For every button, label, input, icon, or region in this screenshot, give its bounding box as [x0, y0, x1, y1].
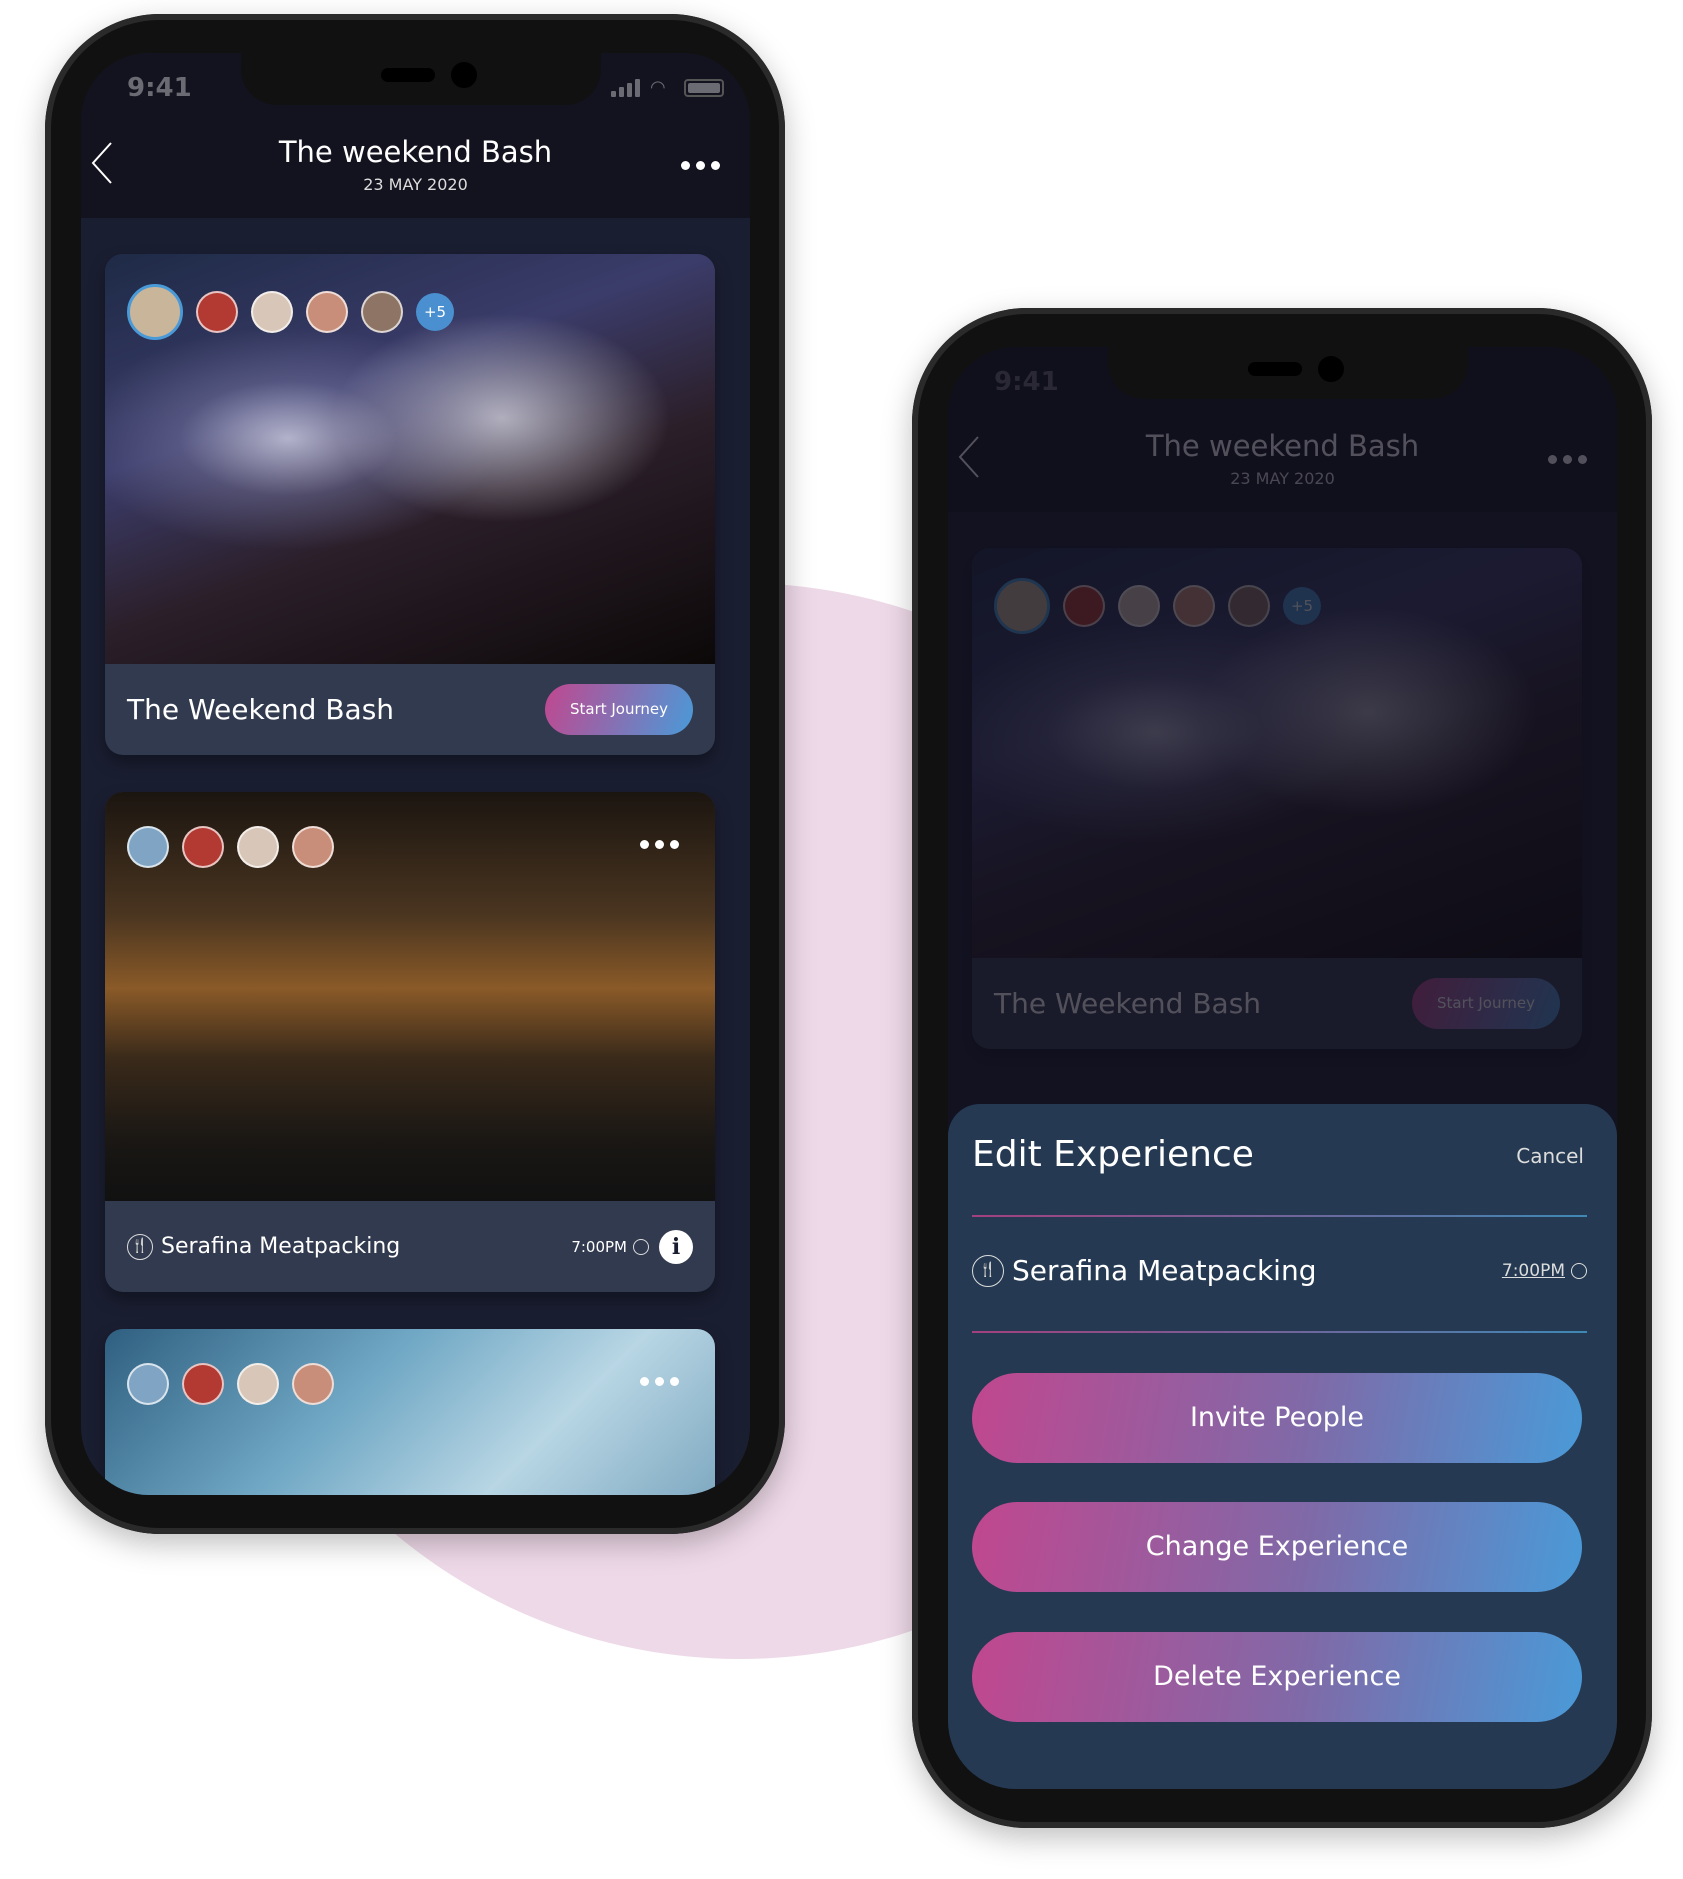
- participant-avatars[interactable]: [127, 826, 334, 868]
- avatar: [292, 1363, 334, 1405]
- card-footer: 🍴 Serafina Meatpacking 7:00PM i: [105, 1201, 715, 1292]
- venue-name: Serafina Meatpacking: [1012, 1254, 1317, 1287]
- card-footer: The Weekend Bash Start Journey: [105, 664, 715, 755]
- more-options-icon[interactable]: [681, 161, 720, 170]
- card-more-icon[interactable]: [640, 1377, 679, 1386]
- status-icons: ◠: [611, 79, 724, 97]
- change-experience-button[interactable]: Change Experience: [972, 1502, 1582, 1592]
- notch: [241, 53, 601, 105]
- avatar: [361, 291, 403, 333]
- screen: 9:41 ◠ The weekend Bash 23 MAY 2020 +5 T…: [81, 53, 750, 1495]
- signal-icon: [611, 79, 640, 97]
- card-title: The Weekend Bash: [127, 693, 395, 726]
- avatar: [251, 291, 293, 333]
- venue-name: Serafina Meatpacking: [161, 1234, 401, 1259]
- clock-icon: [1571, 1262, 1587, 1279]
- participant-avatars[interactable]: [127, 1363, 334, 1405]
- avatar: [127, 284, 183, 340]
- movie-photo: [105, 1329, 715, 1495]
- avatar: [182, 1363, 224, 1405]
- venue-time[interactable]: 7:00PM: [1502, 1261, 1587, 1281]
- battery-icon: [684, 79, 724, 97]
- cancel-button[interactable]: Cancel: [1516, 1144, 1584, 1168]
- start-journey-button[interactable]: Start Journey: [545, 684, 693, 735]
- experience-card[interactable]: 🍴 Serafina Meatpacking 7:00PM i: [105, 792, 715, 1292]
- invite-people-button[interactable]: Invite People: [972, 1373, 1582, 1463]
- time-text[interactable]: 7:00PM: [1502, 1261, 1565, 1281]
- avatar: [196, 291, 238, 333]
- status-time: 9:41: [127, 73, 192, 103]
- avatar: [127, 826, 169, 868]
- info-icon[interactable]: i: [659, 1229, 693, 1264]
- divider: [972, 1331, 1587, 1333]
- divider: [972, 1215, 1587, 1217]
- experience-card[interactable]: [105, 1329, 715, 1495]
- edit-experience-sheet: Edit Experience Cancel 🍴 Serafina Meatpac…: [948, 1104, 1617, 1789]
- avatar: [182, 826, 224, 868]
- wifi-icon: ◠: [650, 77, 666, 98]
- avatar: [127, 1363, 169, 1405]
- experience-card[interactable]: +5 The Weekend Bash Start Journey: [105, 254, 715, 755]
- venue-row: 🍴 Serafina Meatpacking 7:00PM: [972, 1254, 1587, 1287]
- clock-icon: [633, 1238, 649, 1255]
- venue-time: 7:00PM: [571, 1238, 649, 1256]
- phone-right: 9:41 The weekend Bash 23 MAY 2020 +5 The…: [912, 308, 1652, 1828]
- restaurant-icon: 🍴: [127, 1233, 153, 1260]
- venue: 🍴 Serafina Meatpacking: [972, 1254, 1494, 1287]
- more-participants-badge[interactable]: +5: [416, 293, 454, 331]
- restaurant-icon: 🍴: [972, 1254, 1004, 1287]
- screen: 9:41 The weekend Bash 23 MAY 2020 +5 The…: [948, 347, 1617, 1789]
- participant-avatars[interactable]: +5: [127, 284, 454, 340]
- notch: [1108, 347, 1468, 399]
- avatar: [237, 1363, 279, 1405]
- page-title: The weekend Bash: [278, 135, 553, 169]
- time-text: 7:00PM: [571, 1237, 627, 1256]
- sheet-title: Edit Experience: [972, 1134, 1254, 1175]
- page-date: 23 MAY 2020: [363, 175, 468, 194]
- card-more-icon[interactable]: [640, 840, 679, 849]
- delete-experience-button[interactable]: Delete Experience: [972, 1632, 1582, 1722]
- venue: 🍴 Serafina Meatpacking: [127, 1233, 571, 1260]
- avatar: [237, 826, 279, 868]
- phone-left: 9:41 ◠ The weekend Bash 23 MAY 2020 +5 T…: [45, 14, 785, 1534]
- avatar: [292, 826, 334, 868]
- avatar: [306, 291, 348, 333]
